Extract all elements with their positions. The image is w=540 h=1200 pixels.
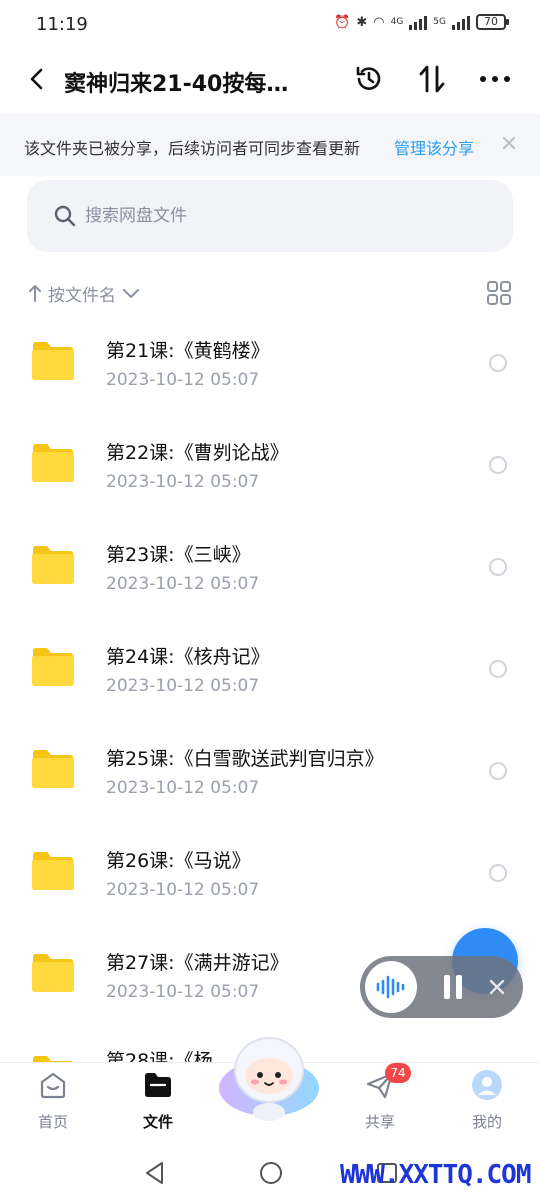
- sort-arrows-icon: [419, 65, 445, 93]
- nav-mine-label: 我的: [471, 1113, 502, 1131]
- more-button[interactable]: [476, 60, 514, 98]
- file-date: 2023-10-12 05:07: [106, 574, 260, 594]
- file-date: 2023-10-12 05:07: [106, 982, 260, 1002]
- folder-icon: [32, 750, 74, 788]
- pause-icon: [444, 975, 462, 999]
- mascot-assistant-icon[interactable]: [214, 1030, 324, 1122]
- grid-view-icon[interactable]: [486, 280, 512, 306]
- sort-button[interactable]: [413, 60, 451, 98]
- search-input[interactable]: [85, 198, 465, 234]
- select-checkbox[interactable]: [489, 864, 507, 882]
- file-name: 第21课:《黄鹤楼》: [106, 340, 270, 362]
- status-icons: ⏰ ✱ ◠ 4G 5G 70: [334, 14, 509, 30]
- network-4g-label: 4G: [390, 17, 404, 27]
- file-item[interactable]: 第22课:《曹刿论战》 2023-10-12 05:07: [0, 414, 540, 516]
- back-arrow-icon: [30, 68, 43, 90]
- close-icon: [489, 979, 505, 995]
- share-banner: 该文件夹已被分享，后续访问者可同步查看更新 管理该分享: [0, 114, 540, 176]
- close-icon: [503, 137, 515, 149]
- file-name: 第23课:《三峡》: [106, 544, 251, 566]
- file-item[interactable]: 第23课:《三峡》 2023-10-12 05:07: [0, 516, 540, 618]
- folder-icon: [32, 852, 74, 890]
- signal-icon-2: [452, 14, 470, 30]
- avatar-icon: [472, 1070, 502, 1100]
- folder-icon: [32, 648, 74, 686]
- file-name: 第26课:《马说》: [106, 850, 251, 872]
- file-name: 第22课:《曹刿论战》: [106, 442, 289, 464]
- search-box[interactable]: [27, 180, 513, 252]
- sort-label: 按文件名: [48, 285, 116, 306]
- sort-selector[interactable]: 按文件名: [28, 280, 140, 306]
- status-bar: 11:19 ⏰ ✱ ◠ 4G 5G 70: [0, 0, 540, 50]
- search-icon: [54, 205, 76, 227]
- file-date: 2023-10-12 05:07: [106, 676, 260, 696]
- folder-icon: [32, 444, 74, 482]
- watermark-text: WWW.XXTTQ.COM: [340, 1160, 531, 1190]
- file-item[interactable]: 第24课:《核舟记》 2023-10-12 05:07: [0, 618, 540, 720]
- share-badge: 74: [385, 1063, 411, 1083]
- folder-icon: [32, 342, 74, 380]
- file-date: 2023-10-12 05:07: [106, 370, 260, 390]
- voice-close-button[interactable]: [484, 974, 510, 1000]
- header: 窦神归来21-40按每…: [0, 50, 540, 112]
- history-icon: [356, 66, 381, 90]
- alarm-icon: ⏰: [334, 14, 351, 30]
- manage-share-link[interactable]: 管理该分享: [394, 135, 474, 159]
- signal-icon: [409, 14, 428, 30]
- nav-mine[interactable]: 我的: [442, 1063, 532, 1145]
- back-button[interactable]: [20, 62, 54, 96]
- nav-files-label: 文件: [142, 1113, 173, 1131]
- select-checkbox[interactable]: [489, 456, 507, 474]
- file-name: 第25课:《白雪歌送武判官归京》: [106, 748, 384, 770]
- nav-home-label: 首页: [37, 1113, 68, 1131]
- select-checkbox[interactable]: [489, 558, 507, 576]
- system-back-icon[interactable]: [140, 1158, 170, 1188]
- network-5g-label: 5G: [433, 17, 446, 27]
- nav-files[interactable]: 文件: [113, 1063, 203, 1145]
- history-button[interactable]: [350, 60, 388, 98]
- voice-player-bar[interactable]: [360, 956, 523, 1018]
- file-item[interactable]: 第26课:《马说》 2023-10-12 05:07: [0, 822, 540, 924]
- pause-button[interactable]: [438, 972, 468, 1002]
- chevron-down-icon: [123, 289, 139, 298]
- sort-up-arrow-icon: [29, 285, 41, 302]
- folder-icon: [32, 546, 74, 584]
- bluetooth-icon: ✱: [356, 14, 368, 30]
- nav-share-label: 共享: [364, 1113, 395, 1131]
- nav-home[interactable]: 首页: [8, 1063, 98, 1145]
- file-date: 2023-10-12 05:07: [106, 778, 260, 798]
- select-checkbox[interactable]: [489, 354, 507, 372]
- file-name: 第27课:《满井游记》: [106, 952, 289, 974]
- select-checkbox[interactable]: [489, 660, 507, 678]
- more-dots-icon: [480, 76, 510, 82]
- page-title: 窦神归来21-40按每…: [64, 72, 289, 97]
- system-home-icon[interactable]: [256, 1158, 286, 1188]
- banner-close-button[interactable]: [496, 130, 522, 156]
- wifi-icon: ◠: [373, 14, 385, 30]
- voice-wave-button[interactable]: [365, 961, 417, 1013]
- sound-wave-icon: [376, 975, 405, 999]
- folder-filled-icon: [145, 1073, 171, 1097]
- status-time: 11:19: [36, 14, 88, 35]
- file-list: 第21课:《黄鹤楼》 2023-10-12 05:07 第22课:《曹刿论战》 …: [0, 312, 540, 1026]
- folder-icon: [32, 954, 74, 992]
- nav-share[interactable]: 74 共享: [335, 1063, 425, 1145]
- home-icon: [40, 1072, 66, 1099]
- file-date: 2023-10-12 05:07: [106, 880, 260, 900]
- file-item[interactable]: 第25课:《白雪歌送武判官归京》 2023-10-12 05:07: [0, 720, 540, 822]
- file-item[interactable]: 第21课:《黄鹤楼》 2023-10-12 05:07: [0, 312, 540, 414]
- battery-icon: 70: [476, 14, 509, 30]
- share-banner-text: 该文件夹已被分享，后续访问者可同步查看更新: [24, 139, 361, 158]
- file-date: 2023-10-12 05:07: [106, 472, 260, 492]
- select-checkbox[interactable]: [489, 762, 507, 780]
- file-name: 第24课:《核舟记》: [106, 646, 270, 668]
